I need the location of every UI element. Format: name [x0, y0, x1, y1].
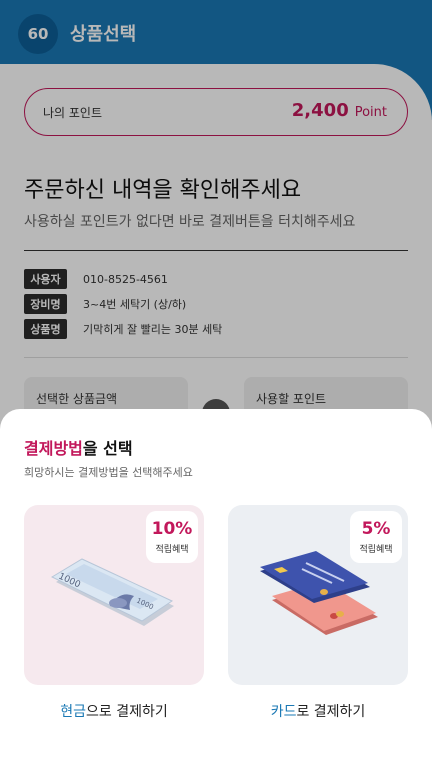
sheet-title-rest: 을 선택 [82, 439, 133, 458]
payment-method-sheet: 결제방법을 선택 희망하시는 결제방법을 선택해주세요 10% 적립혜택 100… [0, 409, 432, 768]
credit-card-icon [260, 551, 378, 635]
cash-highlight: 현금 [60, 704, 87, 720]
card-label-rest: 로 결제하기 [296, 704, 366, 720]
banknote-icon: 1000 1000 [50, 558, 174, 626]
card-highlight: 카드 [270, 704, 297, 720]
card-payment-label[interactable]: 카드로 결제하기 [228, 701, 408, 721]
card-payment-button[interactable]: 5% 적립혜택 [228, 505, 408, 685]
sheet-title: 결제방법을 선택 [24, 435, 133, 459]
cash-label-rest: 으로 결제하기 [86, 704, 168, 720]
sheet-subtitle: 희망하시는 결제방법을 선택해주세요 [24, 466, 193, 479]
cash-payment-label[interactable]: 현금으로 결제하기 [24, 701, 204, 721]
sheet-title-accent: 결제방법 [24, 439, 83, 458]
cash-payment-button[interactable]: 10% 적립혜택 1000 1000 [24, 505, 204, 685]
